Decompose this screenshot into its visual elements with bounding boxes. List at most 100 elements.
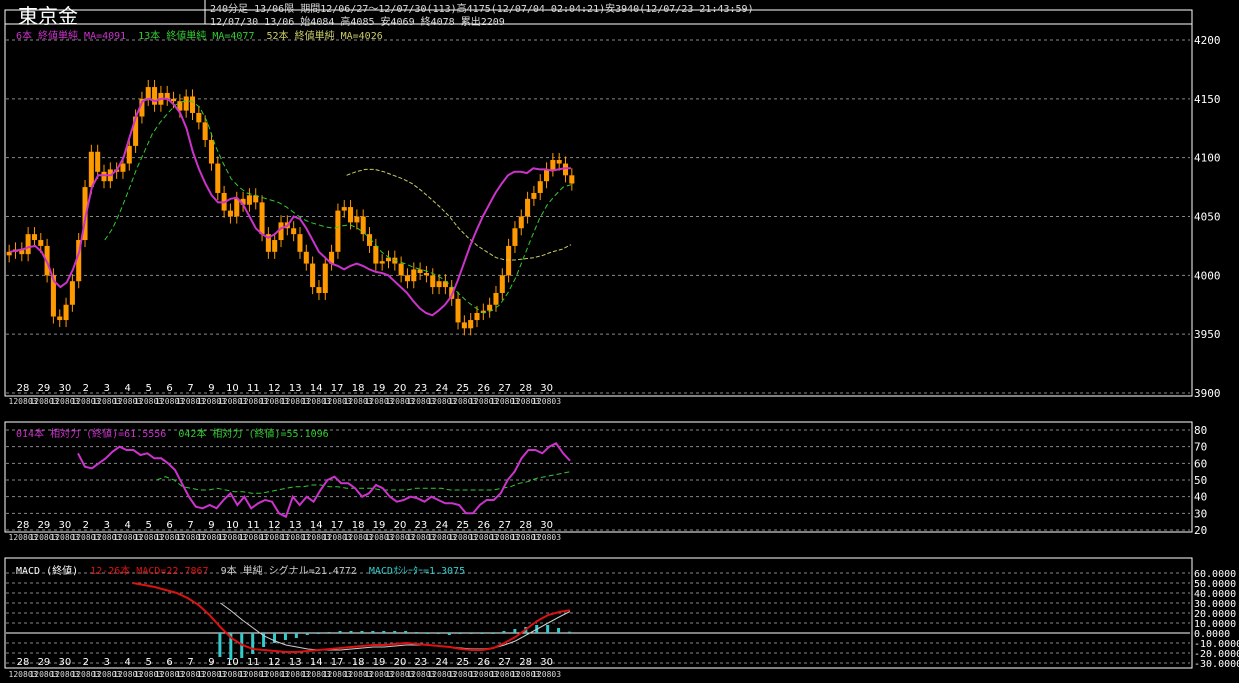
candle-body: [196, 112, 202, 123]
candle-body: [246, 195, 252, 205]
macd-histogram-bar: [338, 631, 342, 633]
rsi-x-tick-label: 26: [477, 520, 490, 531]
candle-body: [544, 169, 550, 182]
rsi-x-tick-label: 20: [394, 520, 407, 531]
price-x-tick-label: 7: [187, 383, 193, 394]
macd-tick-label: 60.0000: [1194, 569, 1236, 580]
rsi-x-tick-label: 12: [268, 520, 281, 531]
rsi-x-tick-label: 3: [104, 520, 110, 531]
macd-histogram-bar: [360, 631, 364, 633]
macd-x-tick-label: 4: [125, 657, 131, 668]
candle-body: [291, 228, 297, 235]
macd-x-tick-label: 2: [83, 657, 89, 668]
macd-x-tick-label: 25: [456, 657, 469, 668]
rsi-tick-label: 50: [1194, 474, 1207, 487]
macd-x-tick-label: 17: [331, 657, 344, 668]
macd-histogram-bar: [447, 633, 451, 635]
price-tick-label: 3950: [1194, 328, 1221, 341]
candle-body: [303, 251, 309, 264]
rsi-x-tick-label: 5: [145, 520, 151, 531]
macd-x-tick-label: 11: [247, 657, 260, 668]
macd-histogram-bar: [371, 631, 375, 633]
rsi-tick-label: 20: [1194, 524, 1207, 537]
macd-x-tick-label: 19: [373, 657, 386, 668]
price-x-tick-label: 4: [125, 383, 131, 394]
candle-body: [398, 263, 404, 276]
candle-body: [183, 96, 189, 111]
candle-body: [499, 275, 505, 293]
rsi-x-tick-label: 10: [226, 520, 239, 531]
price-x-tick-label: 28: [519, 383, 532, 394]
candle-body: [322, 263, 328, 293]
macd-histogram-bar: [546, 625, 550, 633]
candle-body: [171, 98, 177, 102]
ma6-line: [9, 97, 571, 317]
rsi-x-tick-label: 24: [435, 520, 448, 531]
macd-x-tick-label: 18: [352, 657, 365, 668]
candle-body: [189, 96, 196, 113]
macd-tick-label: 0.0000: [1194, 629, 1230, 640]
rsi-x-tick-label: 17: [331, 520, 344, 531]
candle-body: [57, 316, 63, 321]
candle-body: [145, 87, 151, 99]
macd-x-tick-label: 28: [519, 657, 532, 668]
macd-x-tick-label: 3: [104, 657, 110, 668]
candle-body: [202, 122, 208, 141]
rsi-x-tick-label: 28: [17, 520, 30, 531]
macd-histogram-bar: [294, 633, 298, 638]
candle-body: [430, 275, 436, 288]
candle-body: [348, 207, 354, 223]
candle-body: [493, 292, 499, 305]
candle-body: [354, 216, 360, 223]
candle-body: [69, 281, 75, 305]
candle-body: [310, 263, 316, 288]
rsi-x-tick-label: 29: [38, 520, 51, 531]
macd-histogram-bar: [218, 633, 222, 657]
rsi-tick-label: 30: [1194, 507, 1207, 520]
macd-x-tick-label: 26: [477, 657, 490, 668]
rsi-x-tick-label: 2: [83, 520, 89, 531]
candle-body: [95, 151, 101, 172]
macd-histogram-bar: [469, 633, 473, 634]
candle-body: [88, 151, 94, 188]
ma52-legend: 52本 終値単純 MA=4026: [266, 31, 383, 42]
candle-body: [373, 245, 379, 264]
macd-x-tick-label: 30: [59, 657, 72, 668]
price-x-tick-label: 19: [373, 383, 386, 394]
macd-x-tick-label: 29: [38, 657, 51, 668]
candle-body: [63, 304, 69, 321]
price-x-tick-label: 26: [477, 383, 490, 394]
price-x-tick-label: 14: [310, 383, 323, 394]
rsi14-legend: 014本 相対力 (終値)=61.5556: [16, 429, 167, 440]
price-x-tick-label: 17: [331, 383, 344, 394]
candle-body: [379, 261, 385, 264]
candle-body: [423, 272, 429, 276]
rsi-x-tick-label: 13: [289, 520, 302, 531]
macd-tick-label: 50.0000: [1194, 579, 1236, 590]
macd-histogram-bar: [491, 633, 495, 634]
price-tick-label: 4050: [1194, 211, 1221, 224]
candle-body: [474, 312, 480, 321]
price-x-tick-label: 27: [498, 383, 511, 394]
price-x-tick-label: 25: [456, 383, 469, 394]
price-x-tick-label: 30: [59, 383, 72, 394]
rsi42-line: [156, 471, 572, 494]
candle-body: [550, 160, 556, 170]
rsi-legend: 014本 相対力 (終値)=61.5556 042本 相対力 (終値)=55.1…: [16, 425, 335, 440]
macd-x-tick-label: 5: [145, 657, 151, 668]
candle-body: [404, 275, 410, 282]
ma52-line: [346, 168, 572, 261]
rsi-x-tick-label: 18: [352, 520, 365, 531]
price-x-tick-label: 30: [540, 383, 553, 394]
candle-body: [31, 234, 37, 241]
macd-x-tick-sublabel: 120803: [532, 670, 561, 679]
price-tick-label: 4000: [1194, 269, 1221, 282]
instrument-title: 東京金: [18, 4, 78, 28]
candle-body: [208, 140, 215, 164]
price-x-tick-label: 20: [394, 383, 407, 394]
candle-body: [360, 216, 366, 235]
price-x-tick-label: 18: [352, 383, 365, 394]
candle-body: [436, 281, 442, 288]
macd-x-tick-label: 14: [310, 657, 323, 668]
rsi-x-tick-sublabel: 120803: [532, 533, 561, 542]
